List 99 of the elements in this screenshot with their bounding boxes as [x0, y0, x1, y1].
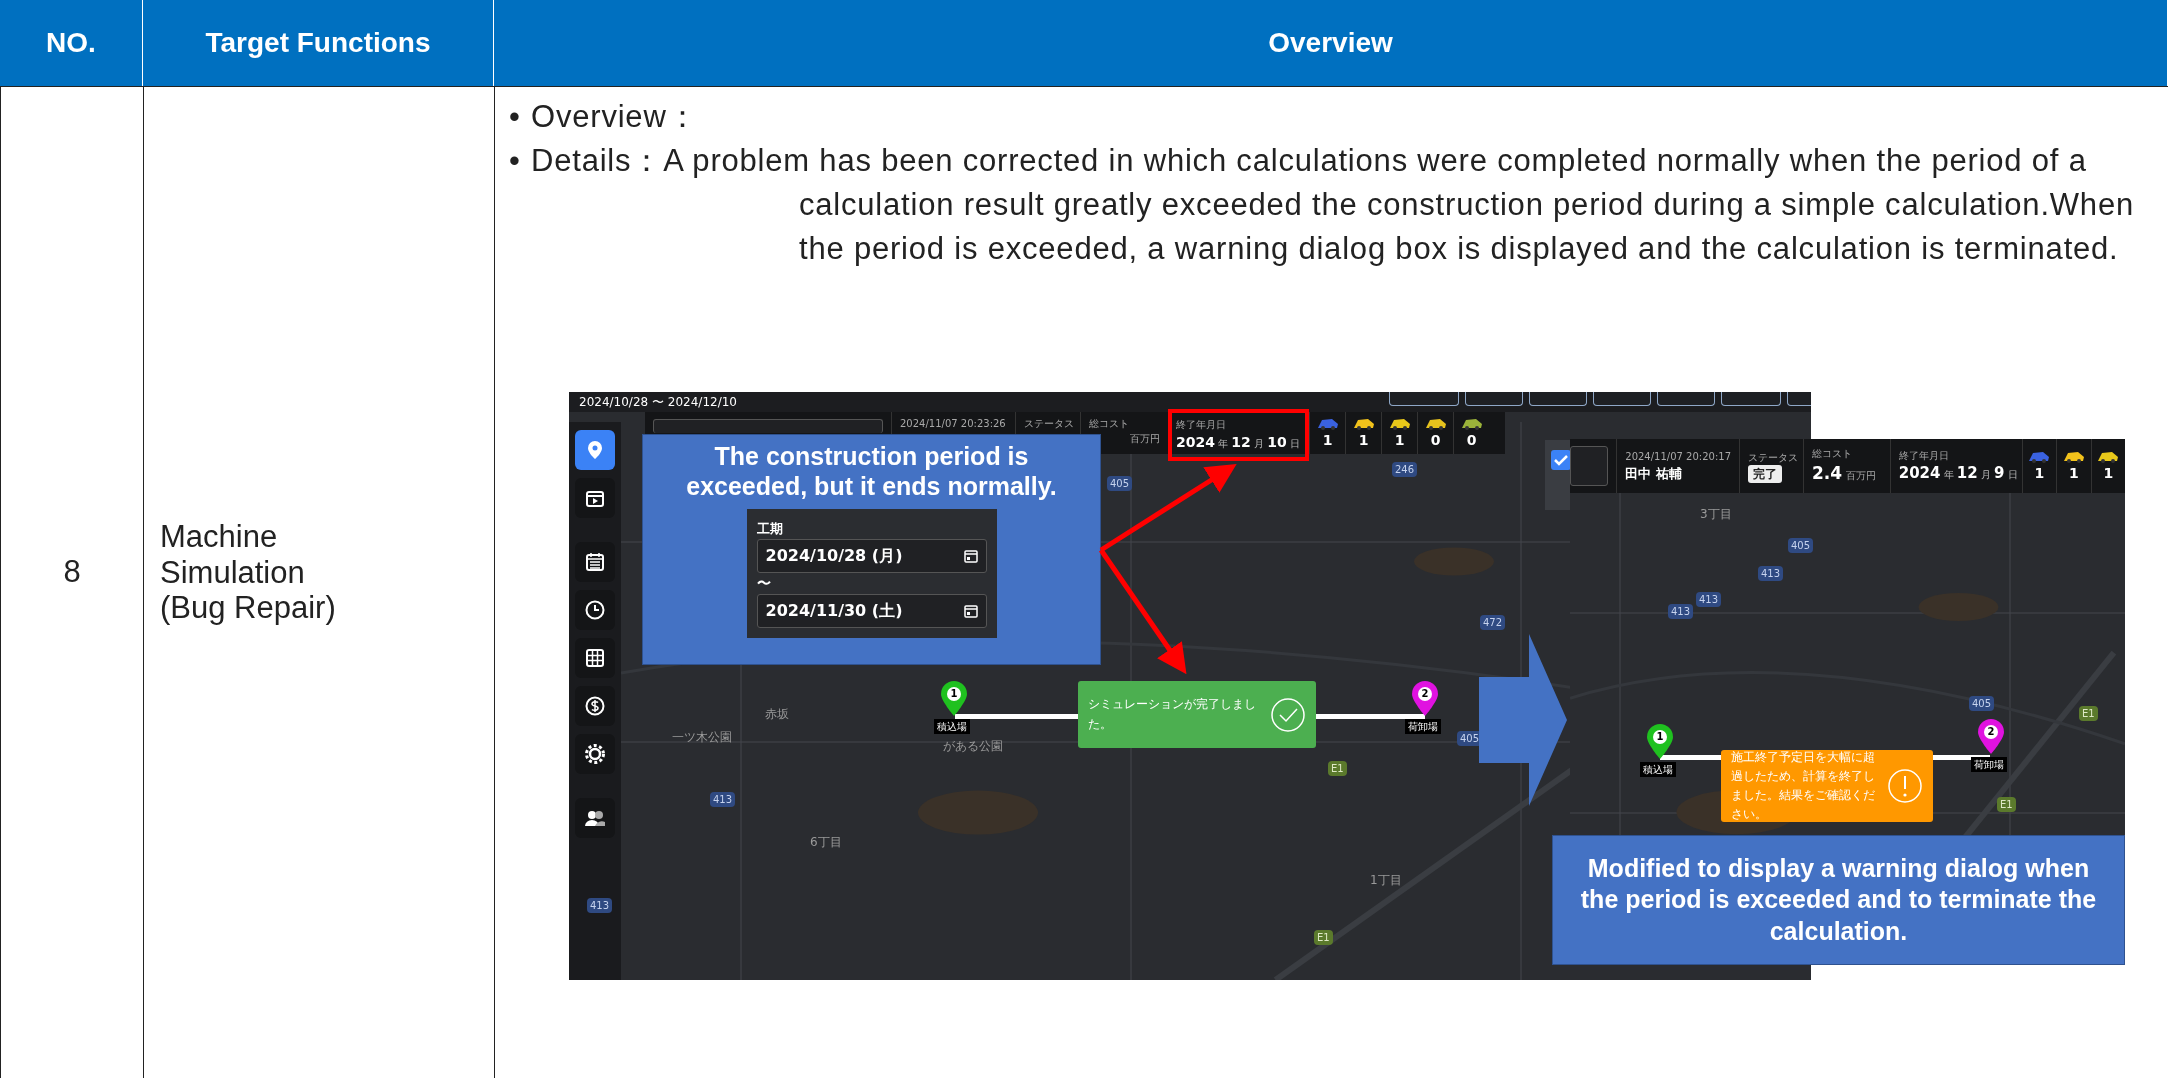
- map-label: 赤坂: [765, 706, 789, 723]
- timestamp: 2024/11/07 20:20:17: [1625, 449, 1731, 464]
- machine-count: 1: [2103, 463, 2114, 483]
- sidebar-button[interactable]: [575, 798, 615, 838]
- road-number: E1: [2079, 706, 2098, 721]
- machine-count: 1: [1394, 430, 1405, 450]
- pin-label: 積込場: [1640, 762, 1676, 777]
- toolbar-button[interactable]: [1593, 392, 1651, 406]
- sidebar-button[interactable]: [575, 590, 615, 630]
- calendar-icon: [584, 551, 606, 573]
- sidebar-button[interactable]: [575, 430, 615, 470]
- map-pin[interactable]: [1646, 724, 1674, 760]
- date-field[interactable]: 2024/10/28 (月): [756, 538, 987, 573]
- status-label: ステータス: [1748, 450, 1795, 465]
- warning-icon: [1887, 768, 1923, 804]
- end-date-label: 終了年月日: [1176, 417, 1227, 432]
- sidebar-button[interactable]: [575, 638, 615, 678]
- row-number: 8: [63, 553, 81, 592]
- road-number: E1: [1314, 930, 1333, 945]
- status-label: ステータス: [1024, 417, 1072, 431]
- bullet-text: Details：A problem has been corrected in which calculations were completed normally when the period of a calculation result greatly exceeded the construction period during a simple calculation.When the period is exceeded, a warning dialog box is displayed and the calculation is terminated.: [531, 142, 2135, 268]
- settings-icon: [584, 743, 606, 765]
- sidebar-button[interactable]: [575, 734, 615, 774]
- road-number: E1: [1328, 761, 1347, 776]
- map-pin[interactable]: [1411, 681, 1439, 717]
- bullet-marker: •: [509, 98, 522, 136]
- column-header: Overview: [494, 0, 2168, 86]
- cost-label: 総コスト: [1089, 417, 1130, 431]
- map-label: 6丁目: [810, 834, 842, 851]
- user-name: 田中 祐輔: [1625, 464, 1683, 483]
- toolbar-button[interactable]: [1721, 392, 1781, 406]
- callout-text: The construction period is exceeded, but it ends normally.: [685, 441, 1058, 501]
- range-separator: 〜: [756, 573, 772, 593]
- period-label: 工期: [756, 520, 784, 538]
- pin-label: 荷卸場: [1971, 757, 2007, 772]
- check-circle-icon: [1270, 696, 1306, 733]
- end-date: 2024 年 12 月 10 日: [1176, 432, 1301, 452]
- road-number: 413: [1668, 604, 1694, 619]
- map-pin[interactable]: [1977, 719, 2005, 755]
- map-pin[interactable]: [940, 681, 968, 717]
- name-field[interactable]: [653, 419, 883, 433]
- toast-message: シミュレーションが完了しました。: [1088, 696, 1257, 733]
- status-badge: 完了: [1748, 464, 1782, 483]
- pin-label: 荷卸場: [1405, 719, 1441, 734]
- road-number: 413: [1758, 566, 1784, 581]
- machine-count: 0: [1430, 430, 1441, 450]
- road-number: 413: [587, 898, 613, 913]
- machine-count: 1: [2034, 463, 2045, 483]
- toast-message: 施工終了予定日を大幅に超過したため、計算を終了しました。結果をご確認ください。: [1731, 748, 1876, 824]
- date-range: 2024/10/28 〜 2024/12/10: [579, 395, 737, 409]
- map-label: 3丁目: [1700, 506, 1732, 523]
- road-number: 405: [1788, 538, 1814, 553]
- pin-number: 1: [949, 687, 959, 701]
- function-name: Machine Simulation (Bug Repair): [160, 519, 336, 626]
- sidebar-button[interactable]: [575, 686, 615, 726]
- dollar-icon: [584, 695, 606, 717]
- machine-count: 1: [2068, 463, 2079, 483]
- date-field[interactable]: 2024/11/30 (土): [756, 593, 987, 628]
- toolbar-button[interactable]: [1389, 392, 1459, 406]
- machine-count: 1: [1358, 430, 1369, 450]
- timestamp: 2024/11/07 20:23:26: [900, 417, 1007, 431]
- checkbox[interactable]: [1551, 450, 1571, 470]
- map-label: がある公園: [943, 738, 1003, 755]
- road-number: 472: [1480, 615, 1506, 630]
- road-number: 413: [710, 792, 736, 807]
- road-number: E1: [1997, 797, 2016, 812]
- road-number: 246: [1392, 462, 1418, 477]
- toolbar-button[interactable]: [1465, 392, 1523, 406]
- check-icon: [1554, 454, 1568, 466]
- grid-icon: [584, 647, 606, 669]
- machine-count: 0: [1466, 430, 1477, 450]
- bullet-marker: •: [509, 142, 522, 180]
- calendar-icon: [963, 603, 978, 618]
- toolbar-button[interactable]: [1657, 392, 1715, 406]
- pin-number: 2: [1420, 687, 1430, 701]
- callout-text: Modified to display a warning dialog when the period is exceeded and to terminate the calculation.: [1579, 853, 2098, 947]
- road-number: 405: [1107, 476, 1133, 491]
- map-label: 1丁目: [1370, 872, 1402, 889]
- road-number: 413: [1696, 592, 1722, 607]
- clock-icon: [584, 599, 606, 621]
- map-label: 一ツ木公園: [672, 729, 732, 746]
- cost-value: 2.4: [1812, 461, 1843, 485]
- sidebar-button[interactable]: [575, 542, 615, 582]
- column-header: NO.: [0, 0, 143, 86]
- road-number: 405: [1969, 696, 1995, 711]
- cost-label: 総コスト: [1812, 446, 1853, 461]
- sidebar-button[interactable]: [575, 478, 615, 518]
- pin-label: 積込場: [934, 719, 970, 734]
- machine-count: 1: [1322, 430, 1333, 450]
- toolbar-button[interactable]: [1529, 392, 1587, 406]
- name-field[interactable]: [1570, 446, 1609, 486]
- pin-number: 2: [1986, 725, 1996, 739]
- bullet-text: Overview：: [531, 98, 700, 136]
- cost-unit: 百万円: [1130, 432, 1160, 446]
- calendar-icon: [963, 548, 978, 563]
- column-header: Target Functions: [143, 0, 494, 86]
- pin-number: 1: [1655, 730, 1665, 744]
- cost-unit: 百万円: [1846, 468, 1877, 483]
- end-date-label: 終了年月日: [1898, 448, 1950, 463]
